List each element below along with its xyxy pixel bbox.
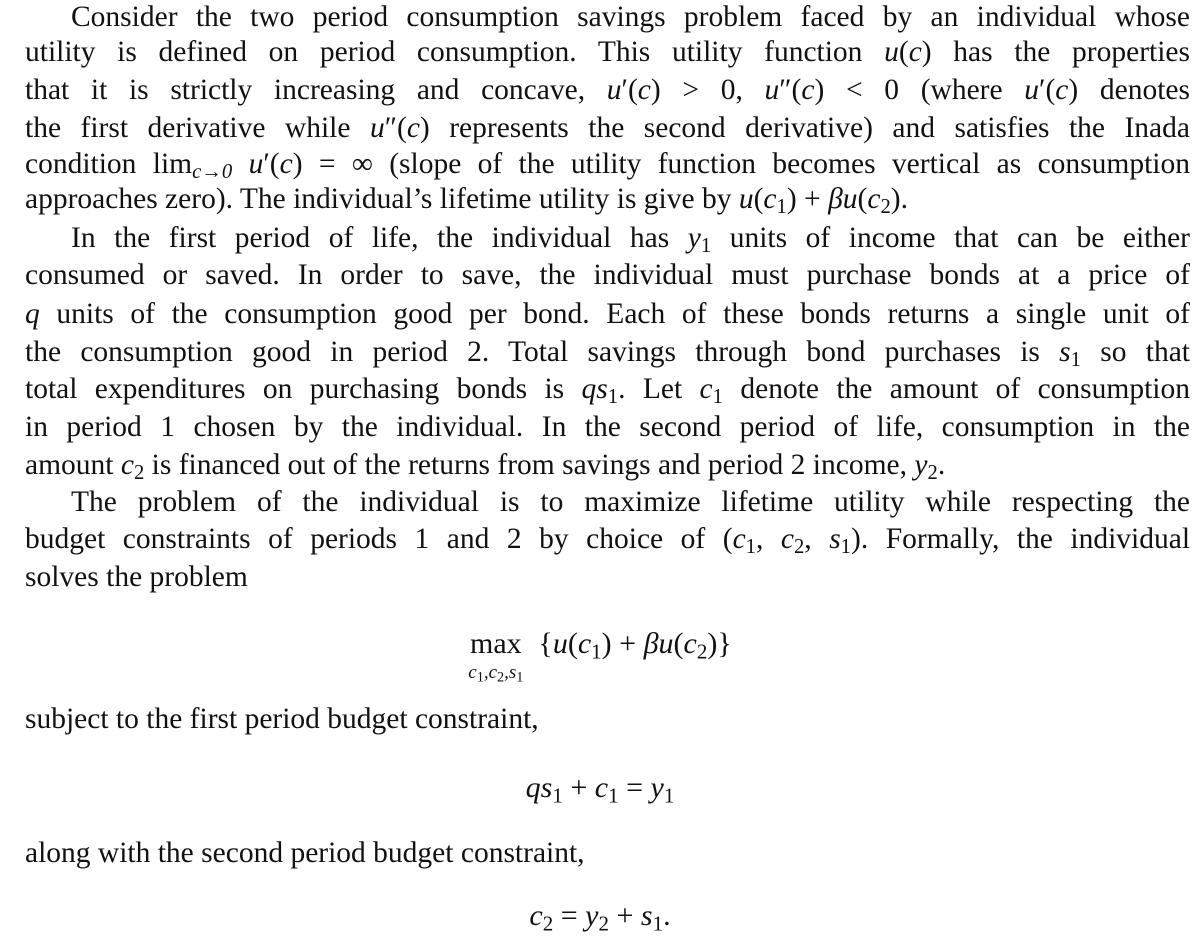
paragraph-2-line-5: total expenditures on purchasing bonds i…: [25, 373, 1190, 409]
along-with-text: along with the second period budget cons…: [25, 837, 585, 869]
paragraph-2-line-1: In the first period of life, the individ…: [71, 222, 1190, 258]
objective-formula: max c1,c2,s1 {u(c1) + βu(c2)}: [468, 627, 732, 686]
paragraph-3-line-2: budget constraints of periods 1 and 2 by…: [25, 523, 1191, 559]
second-period-budget-constraint: c2 = y2 + s1.: [529, 899, 671, 936]
max-subscript: c1,c2,s1: [468, 662, 524, 686]
paragraph-2-line-7: amount c2 is financed out of the returns…: [25, 449, 946, 485]
paragraph-3-line-1: The problem of the individual is to maxi…: [71, 486, 1190, 518]
paragraph-2-line-4: the consumption good in period 2. Total …: [25, 336, 1191, 372]
paragraph-2-line-2: consumed or saved. In order to save, the…: [25, 259, 1190, 291]
paragraph-2-line-3: q units of the consumption good per bond…: [25, 298, 1190, 330]
paragraph-1-line-3: that it is strictly increasing and conca…: [25, 74, 1190, 106]
first-period-budget-constraint: qs1 + c1 = y1: [525, 771, 675, 808]
paragraph-1-line-4: the first derivative while u″(c) represe…: [25, 112, 1190, 144]
paragraph-2-line-6: in period 1 chosen by the individual. In…: [25, 411, 1190, 443]
paragraph-1-line-2: utility is defined on period consumption…: [25, 36, 1190, 68]
subject-to-text: subject to the first period budget const…: [25, 703, 539, 735]
paragraph-1-line-6: approaches zero). The individual’s lifet…: [25, 183, 908, 219]
paragraph-3-line-3: solves the problem: [25, 561, 248, 593]
max-operator: max c1,c2,s1: [468, 627, 524, 686]
paragraph-1-line-5: condition limc→0 u′(c) = ∞ (slope of the…: [25, 148, 1191, 184]
paragraph-1-line-1: Consider the two period consumption savi…: [71, 1, 1190, 33]
